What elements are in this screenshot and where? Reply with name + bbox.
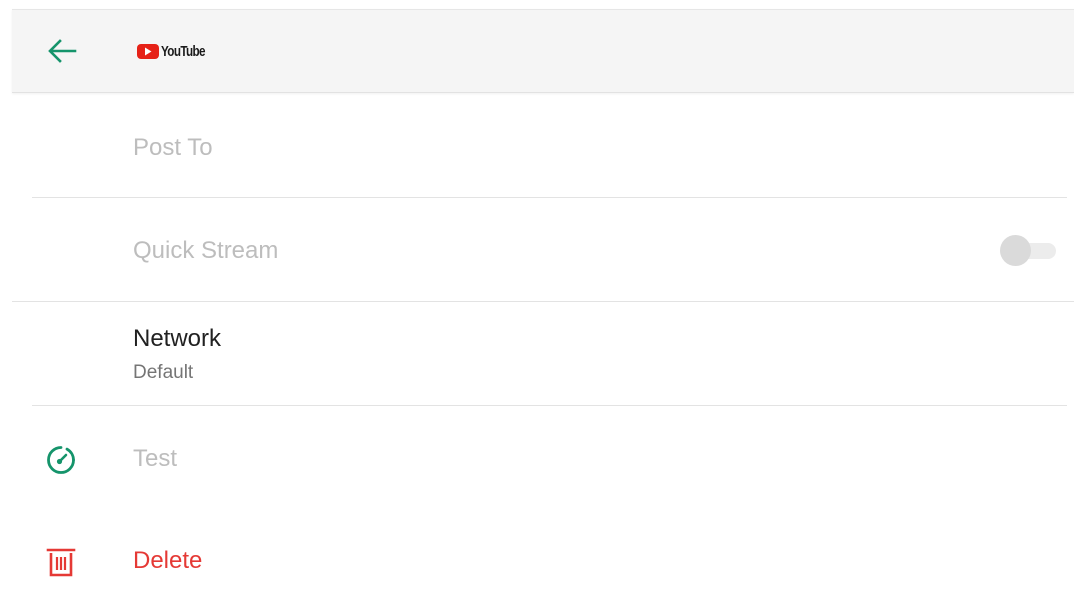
toggle-thumb: [1000, 235, 1031, 266]
youtube-logo: YouTube: [137, 41, 217, 61]
network-row[interactable]: [32, 303, 1067, 405]
youtube-logo-text: YouTube: [161, 42, 206, 60]
speedometer-icon: [44, 443, 78, 477]
network-value: Default: [133, 362, 194, 383]
divider: [32, 405, 1067, 406]
section-divider: [12, 301, 1074, 302]
post-to-label: Post To: [133, 134, 213, 161]
arrow-back-icon: [48, 39, 77, 63]
youtube-settings-page: YouTube Post To Quick Stream Network Def…: [0, 0, 1074, 605]
divider: [32, 197, 1067, 198]
network-label: Network: [133, 325, 222, 352]
app-header: YouTube: [12, 9, 1074, 93]
trash-icon: [44, 544, 78, 580]
youtube-play-icon: [137, 43, 159, 59]
quick-stream-label: Quick Stream: [133, 237, 279, 264]
delete-label: Delete: [133, 547, 203, 574]
test-row[interactable]: [32, 408, 1067, 508]
back-button[interactable]: [46, 36, 78, 66]
test-label: Test: [133, 445, 178, 472]
post-to-row[interactable]: Post To: [32, 100, 1067, 196]
quick-stream-toggle[interactable]: [1000, 235, 1056, 266]
quick-stream-row[interactable]: Quick Stream: [32, 200, 1067, 300]
